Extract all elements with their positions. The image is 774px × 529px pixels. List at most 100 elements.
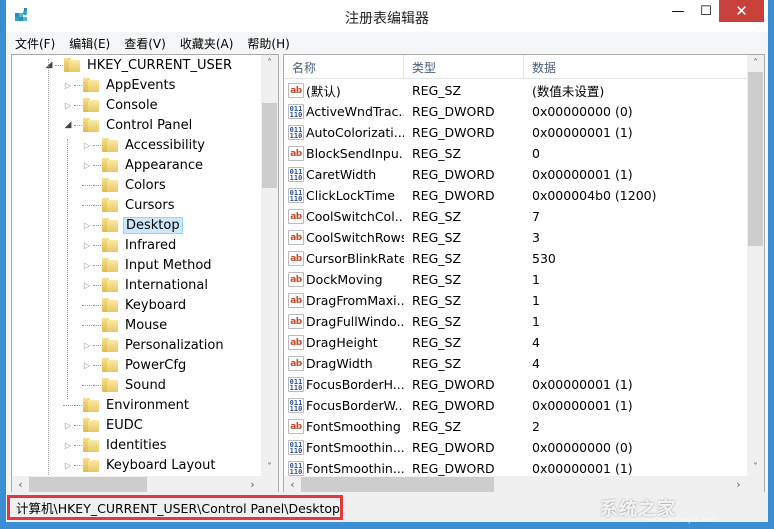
- value-row[interactable]: ab CoolSwitchCol... REG_SZ 7: [284, 206, 750, 227]
- value-name: DragFromMaxi...: [306, 293, 404, 308]
- tree-node[interactable]: ▷ PowerCfg: [82, 355, 188, 375]
- value-name-cell: 011 110 ActiveWndTrac...: [284, 104, 404, 119]
- tree-vertical-scroll-thumb[interactable]: [262, 102, 277, 189]
- value-row[interactable]: ab DragFullWindo... REG_SZ 1: [284, 311, 750, 332]
- value-row[interactable]: ab (默认) REG_SZ (数值未设置): [284, 80, 750, 101]
- value-name-cell: ab DockMoving: [284, 272, 404, 287]
- value-row[interactable]: ab CoolSwitchRows REG_SZ 3: [284, 227, 750, 248]
- value-type: REG_DWORD: [412, 125, 495, 140]
- value-row[interactable]: 011 110 FocusBorderH... REG_DWORD 0x00000001…: [284, 374, 750, 395]
- collapsed-arrow-icon[interactable]: ▷: [82, 260, 92, 270]
- tree-vertical-scrollbar[interactable]: ˄ ˅: [261, 55, 278, 476]
- collapsed-arrow-icon[interactable]: ▷: [82, 280, 92, 290]
- folder-icon: [102, 238, 118, 252]
- list-vertical-scroll-thumb[interactable]: [748, 72, 763, 247]
- collapsed-arrow-icon[interactable]: ▷: [82, 160, 92, 170]
- binary-icon-glyph: 110: [289, 446, 303, 455]
- tree-node[interactable]: ◢ HKEY_CURRENT_USER: [44, 55, 234, 75]
- tree-node[interactable]: Colors: [82, 175, 168, 195]
- tree-node[interactable]: Cursors: [82, 195, 177, 215]
- tree-node[interactable]: ▷ Input Method: [82, 255, 214, 275]
- scroll-right-arrow-icon[interactable]: ›: [244, 476, 261, 493]
- collapsed-arrow-icon[interactable]: ▷: [82, 240, 92, 250]
- scroll-down-arrow-icon[interactable]: ˅: [747, 459, 764, 476]
- collapsed-arrow-icon[interactable]: ▷: [82, 340, 92, 350]
- menu-view[interactable]: 查看(V): [124, 35, 166, 52]
- collapsed-arrow-icon[interactable]: ▷: [82, 140, 92, 150]
- tree-node[interactable]: ▷ Keyboard Layout: [63, 455, 217, 475]
- value-name: DragFullWindo...: [306, 314, 404, 329]
- collapsed-arrow-icon[interactable]: ▷: [82, 360, 92, 370]
- tree-node[interactable]: ▷ Accessibility: [82, 135, 207, 155]
- tree-node[interactable]: ▷ AppEvents: [63, 75, 177, 95]
- tree-node[interactable]: Sound: [82, 375, 168, 395]
- scroll-right-arrow-icon[interactable]: ›: [730, 476, 747, 493]
- tree-node[interactable]: ▷ International: [82, 275, 210, 295]
- collapsed-arrow-icon[interactable]: ▷: [63, 460, 73, 470]
- tree-node[interactable]: ▷ Desktop: [82, 215, 183, 235]
- minimize-button[interactable]: —: [664, 0, 692, 22]
- value-name: CoolSwitchRows: [306, 230, 404, 245]
- tree-node[interactable]: ▷ EUDC: [63, 415, 145, 435]
- expanded-arrow-icon[interactable]: ◢: [44, 60, 54, 70]
- tree-node[interactable]: Keyboard: [82, 295, 188, 315]
- tree-horizontal-scrollbar[interactable]: ‹ ›: [12, 476, 278, 493]
- value-row[interactable]: ab DragHeight REG_SZ 4: [284, 332, 750, 353]
- binary-value-icon: 011 110: [288, 461, 304, 476]
- expanded-arrow-icon[interactable]: ◢: [63, 120, 73, 130]
- menu-help[interactable]: 帮助(H): [247, 35, 289, 52]
- list-horizontal-scroll-thumb[interactable]: [301, 477, 495, 492]
- menu-favorites[interactable]: 收藏夹(A): [180, 35, 234, 52]
- list-vertical-scrollbar[interactable]: ˄ ˅: [747, 55, 764, 476]
- close-button[interactable]: ✕: [719, 0, 764, 22]
- string-value-icon: ab: [288, 272, 304, 287]
- value-row[interactable]: ab CursorBlinkRate REG_SZ 530: [284, 248, 750, 269]
- maximize-icon: ☐: [700, 3, 712, 19]
- collapsed-arrow-icon[interactable]: ▷: [63, 420, 73, 430]
- scroll-down-arrow-icon[interactable]: ˅: [261, 459, 278, 476]
- column-header-name[interactable]: 名称: [284, 55, 404, 79]
- value-row[interactable]: 011 110 CaretWidth REG_DWORD 0x00000001 (1): [284, 164, 750, 185]
- collapsed-arrow-icon[interactable]: ▷: [63, 80, 73, 90]
- value-row[interactable]: 011 110 ActiveWndTrac... REG_DWORD 0x0000000…: [284, 101, 750, 122]
- tree-connector-line: [74, 104, 82, 106]
- tree-node[interactable]: ▷ Appearance: [82, 155, 205, 175]
- scroll-left-arrow-icon[interactable]: ‹: [284, 476, 301, 493]
- collapsed-arrow-icon[interactable]: ▷: [63, 100, 73, 110]
- list-horizontal-scrollbar[interactable]: ‹ ›: [284, 476, 764, 493]
- scroll-left-arrow-icon[interactable]: ‹: [12, 476, 29, 493]
- value-row[interactable]: 011 110 FocusBorderW... REG_DWORD 0x00000001…: [284, 395, 750, 416]
- value-row[interactable]: ab DragFromMaxi... REG_SZ 1: [284, 290, 750, 311]
- value-row[interactable]: ab FontSmoothing REG_SZ 2: [284, 416, 750, 437]
- scroll-up-arrow-icon[interactable]: ˄: [747, 55, 764, 72]
- tree-node[interactable]: ▷ Identities: [63, 435, 169, 455]
- value-row[interactable]: 011 110 FontSmoothin... REG_DWORD 0x00000000…: [284, 437, 750, 458]
- title-bar[interactable]: 注册表编辑器 — ☐ ✕: [6, 0, 768, 32]
- tree-node-label: International: [125, 277, 208, 293]
- value-row[interactable]: ab DragWidth REG_SZ 4: [284, 353, 750, 374]
- tree-node[interactable]: Mouse: [82, 315, 169, 335]
- tree-horizontal-scroll-thumb[interactable]: [29, 477, 148, 492]
- collapsed-arrow-icon[interactable]: ▷: [63, 440, 73, 450]
- value-row[interactable]: 011 110 ClickLockTime REG_DWORD 0x000004b0 (…: [284, 185, 750, 206]
- tree-node[interactable]: ▷ Console: [63, 95, 160, 115]
- collapsed-arrow-icon[interactable]: ▷: [82, 220, 92, 230]
- value-row[interactable]: ab DockMoving REG_SZ 1: [284, 269, 750, 290]
- registry-tree[interactable]: ◢ HKEY_CURRENT_USER ▷ AppEvents ▷ Console ◢ Con…: [11, 54, 279, 494]
- tree-node[interactable]: ▷ Personalization: [82, 335, 226, 355]
- value-name-cell: 011 110 FocusBorderW...: [284, 398, 404, 413]
- column-header-type[interactable]: 类型: [404, 55, 524, 79]
- value-row[interactable]: ab BlockSendInpu... REG_SZ 0: [284, 143, 750, 164]
- column-header-data[interactable]: 数据: [524, 55, 750, 79]
- menu-file[interactable]: 文件(F): [15, 35, 55, 52]
- value-row[interactable]: 011 110 AutoColorizati... REG_DWORD 0x000000…: [284, 122, 750, 143]
- tree-node[interactable]: Environment: [63, 395, 191, 415]
- tree-node[interactable]: ▷ Infrared: [82, 235, 178, 255]
- values-list[interactable]: 名称 类型 数据 ab (默认) REG_SZ (数值未设置) 011 110 Active…: [283, 54, 765, 494]
- maximize-button[interactable]: ☐: [692, 0, 720, 22]
- value-name-cell: 011 110 AutoColorizati...: [284, 125, 404, 140]
- scroll-up-arrow-icon[interactable]: ˄: [261, 55, 278, 72]
- tree-node[interactable]: ◢ Control Panel: [63, 115, 194, 135]
- folder-icon: [64, 58, 80, 72]
- menu-edit[interactable]: 编辑(E): [69, 35, 110, 52]
